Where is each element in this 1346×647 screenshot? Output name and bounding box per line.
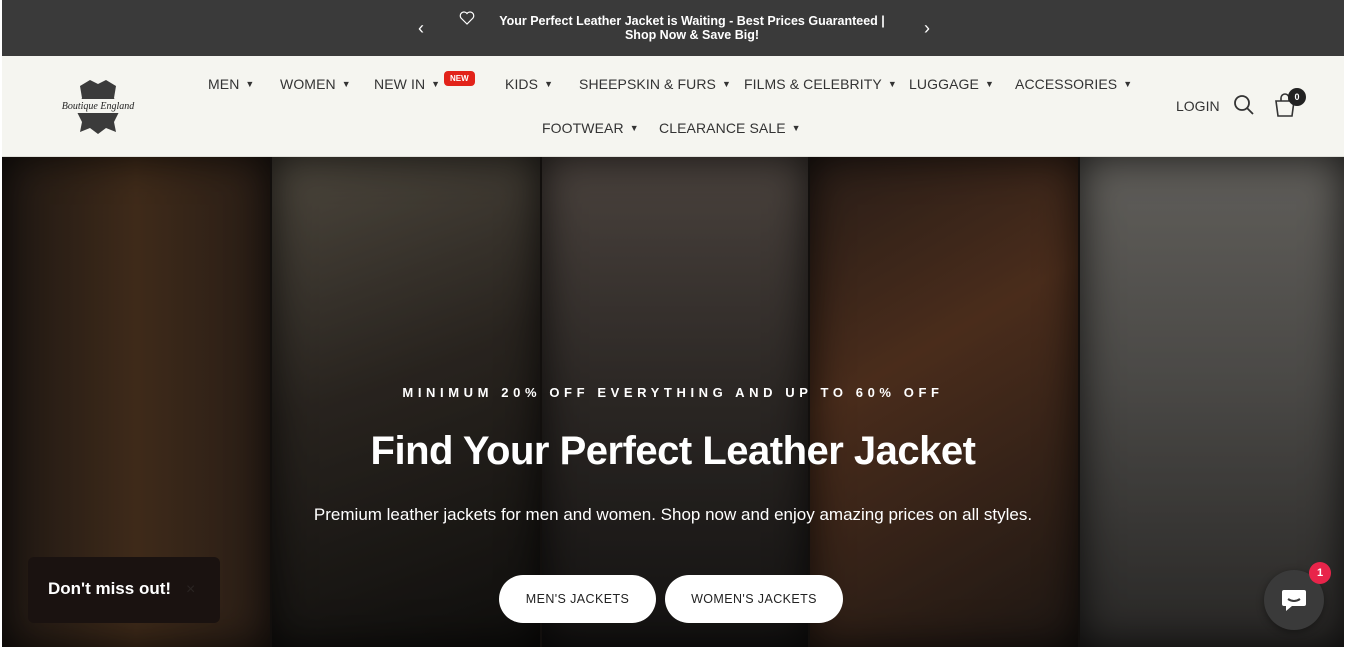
womens-jackets-button[interactable]: WOMEN'S JACKETS	[665, 575, 843, 623]
chevron-down-icon: ▼	[431, 79, 441, 89]
announcement-text[interactable]: Your Perfect Leather Jacket is Waiting -…	[482, 14, 902, 42]
nav-clearance-sale[interactable]: CLEARANCE SALE ▼	[659, 120, 801, 136]
page: ‹ Your Perfect Leather Jacket is Waiting…	[2, 0, 1344, 647]
search-icon[interactable]	[1233, 94, 1255, 116]
boutique-england-logo[interactable]: Boutique England	[50, 76, 146, 136]
chevron-down-icon: ▼	[721, 79, 731, 89]
announcement-next-button[interactable]: ›	[915, 14, 939, 42]
nav-films-celebrity[interactable]: FILMS & CELEBRITY ▼	[744, 76, 897, 92]
hero-eyebrow: MINIMUM 20% OFF EVERYTHING AND UP TO 60%…	[402, 385, 944, 400]
chevron-down-icon: ▼	[629, 123, 639, 133]
nav-footwear-label: FOOTWEAR	[542, 120, 624, 136]
site-header: Boutique England MEN ▼ WOMEN ▼ NEW IN ▼ NEW…	[2, 56, 1344, 157]
announcement-prev-button[interactable]: ‹	[409, 14, 433, 42]
nav-clearance-sale-label: CLEARANCE SALE	[659, 120, 786, 136]
nav-new-in-label: NEW IN	[374, 76, 426, 92]
chevron-down-icon: ▼	[544, 79, 554, 89]
nav-women-label: WOMEN	[280, 76, 336, 92]
nav-footwear[interactable]: FOOTWEAR ▼	[542, 120, 639, 136]
chevron-down-icon: ▼	[887, 79, 897, 89]
nav-men-label: MEN	[208, 76, 240, 92]
chat-notification-badge: 1	[1309, 562, 1331, 584]
main-nav: MEN ▼ WOMEN ▼ NEW IN ▼ NEW KIDS ▼ SHEEPSKIN …	[192, 56, 1152, 156]
nav-kids[interactable]: KIDS ▼	[505, 76, 553, 92]
nav-new-in[interactable]: NEW IN ▼	[374, 76, 440, 92]
nav-accessories-label: ACCESSORIES	[1015, 76, 1118, 92]
chat-bubble-icon	[1282, 590, 1306, 611]
chevron-down-icon: ▼	[245, 79, 255, 89]
chevron-down-icon: ▼	[1123, 79, 1133, 89]
nav-kids-label: KIDS	[505, 76, 539, 92]
nav-films-celebrity-label: FILMS & CELEBRITY	[744, 76, 882, 92]
nav-luggage[interactable]: LUGGAGE ▼	[909, 76, 994, 92]
nav-men[interactable]: MEN ▼	[208, 76, 254, 92]
nav-luggage-label: LUGGAGE	[909, 76, 979, 92]
close-icon[interactable]: ×	[186, 581, 195, 599]
nav-women[interactable]: WOMEN ▼	[280, 76, 351, 92]
new-badge: NEW	[444, 71, 475, 86]
dont-miss-out-popup[interactable]: Don't miss out! ×	[28, 557, 220, 623]
svg-text:Boutique England: Boutique England	[62, 101, 135, 112]
nav-sheepskin-furs-label: SHEEPSKIN & FURS	[579, 76, 716, 92]
hero-headline: Find Your Perfect Leather Jacket	[370, 429, 976, 473]
hero-subhead: Premium leather jackets for men and wome…	[313, 505, 1033, 524]
chevron-down-icon: ▼	[984, 79, 994, 89]
announcement-bar: ‹ Your Perfect Leather Jacket is Waiting…	[2, 0, 1344, 56]
login-link[interactable]: LOGIN	[1176, 98, 1220, 114]
heart-icon	[459, 11, 475, 25]
popup-text: Don't miss out!	[48, 579, 172, 598]
chevron-down-icon: ▼	[341, 79, 351, 89]
nav-accessories[interactable]: ACCESSORIES ▼	[1015, 76, 1132, 92]
nav-sheepskin-furs[interactable]: SHEEPSKIN & FURS ▼	[579, 76, 731, 92]
chevron-down-icon: ▼	[791, 123, 801, 133]
cart-count-badge: 0	[1288, 88, 1306, 106]
mens-jackets-button[interactable]: MEN'S JACKETS	[499, 575, 656, 623]
